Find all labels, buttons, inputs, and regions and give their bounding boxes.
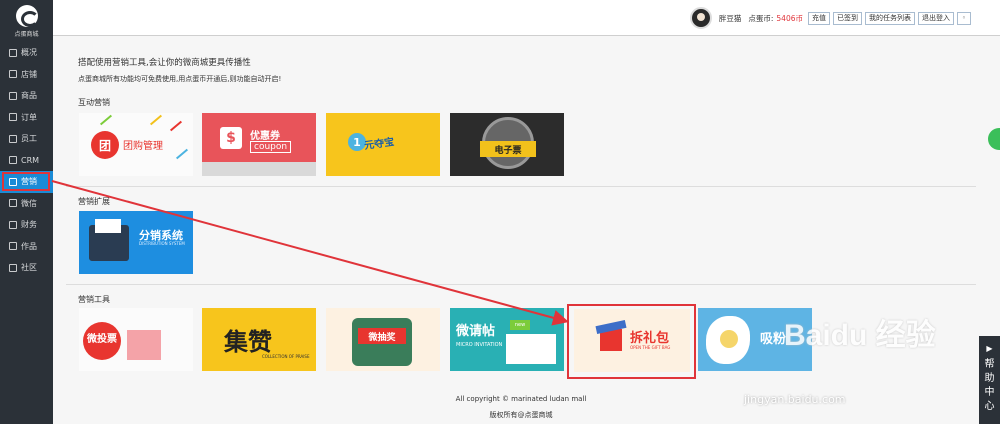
card-label: 吸粉: [760, 332, 787, 347]
sidebar-item-community[interactable]: 社区: [0, 257, 53, 279]
task-list-label: 我的任务列表: [869, 14, 911, 22]
sidebar-item-crm[interactable]: CRM: [0, 150, 53, 172]
crm-icon: [9, 156, 17, 165]
sidebar: 点蛋商城 概况 店铺 商品 订单 员工 CRM 营销 微信 财务 作品 社区: [0, 0, 53, 424]
recharge-button[interactable]: 充值: [808, 11, 830, 25]
intro-subtitle: 点蛋商城所有功能均可免费使用,用点蛋币开通后,则功能自动开启!: [78, 75, 282, 83]
sidebar-item-wechat[interactable]: 微信: [0, 193, 53, 215]
checkin-label: 已签到: [837, 14, 858, 22]
card-collect-likes[interactable]: 集赞 COLLECTION OF PRAISE: [202, 308, 316, 371]
coupon-icon: $: [220, 127, 242, 149]
sidebar-item-orders[interactable]: 订单: [0, 107, 53, 129]
more-icon[interactable]: ◦: [957, 11, 971, 25]
sidebar-item-store[interactable]: 店铺: [0, 64, 53, 86]
finance-icon: [9, 220, 17, 229]
card-eticket[interactable]: 电子票: [450, 113, 564, 176]
checkin-button[interactable]: 已签到: [833, 11, 862, 25]
section-title-extension: 营销扩展: [78, 197, 110, 206]
card-label: 微投票: [87, 334, 117, 345]
brand-logo[interactable]: 点蛋商城: [0, 0, 53, 42]
character-icon: [720, 330, 738, 348]
order-icon: [9, 113, 17, 122]
card-label: 集赞: [224, 328, 272, 356]
float-chat-icon[interactable]: [988, 128, 1000, 150]
sidebar-item-label: 店铺: [21, 69, 37, 79]
card-lottery[interactable]: 微抽奖: [326, 308, 440, 371]
section-divider: [66, 186, 976, 187]
avatar[interactable]: [689, 7, 712, 29]
logo-mark-icon: [15, 4, 39, 27]
card-sublabel: coupon: [250, 141, 292, 153]
card-one-yuan[interactable]: 1 元夺宝: [326, 113, 440, 176]
sidebar-item-label: 商品: [21, 91, 37, 101]
footer-rights: 版权所有@点蛋商城: [489, 411, 553, 419]
wechat-icon: [9, 199, 17, 208]
intro-title: 搭配使用营销工具,会让你的微商城更具传播性: [78, 58, 251, 68]
card-invitation[interactable]: 微请帖 MICRO INVITATION new: [450, 308, 564, 371]
main-content: 搭配使用营销工具,会让你的微商城更具传播性 点蛋商城所有功能均可免费使用,用点蛋…: [66, 56, 976, 84]
tuangou-icon: 团: [91, 131, 119, 159]
logo-text: 点蛋商城: [14, 30, 39, 38]
card-label: 微请帖: [456, 324, 496, 339]
card-label: 电子票: [480, 141, 536, 157]
help-char: 帮: [984, 359, 995, 370]
logout-button[interactable]: 退出登入: [918, 11, 954, 25]
card-label: 微抽奖: [358, 328, 406, 344]
goods-icon: [9, 91, 17, 100]
community-icon: [9, 263, 17, 272]
sidebar-item-label: 社区: [21, 263, 37, 273]
annotation-highlight-gift-bag: [567, 304, 696, 379]
sidebar-item-works[interactable]: 作品: [0, 236, 53, 258]
help-char: 中: [984, 387, 995, 398]
staff-icon: [9, 134, 17, 143]
card-label: 团购管理: [123, 141, 163, 152]
sidebar-item-label: 订单: [21, 112, 37, 122]
username[interactable]: 胖豆猫: [719, 13, 742, 24]
top-header: 胖豆猫 点蛋币: 5406币 充值 已签到 我的任务列表 退出登入 ◦: [53, 0, 1000, 36]
baidu-watermark: Baidu 经验: [784, 310, 936, 354]
sidebar-item-finance[interactable]: 财务: [0, 214, 53, 236]
card-tuangou[interactable]: 团 团购管理: [79, 113, 193, 176]
card-vote[interactable]: 微投票: [79, 308, 193, 371]
watermark-url: jingyan.baidu.com: [744, 393, 846, 406]
logout-label: 退出登入: [922, 14, 950, 22]
sidebar-item-label: 员工: [21, 134, 37, 144]
sidebar-item-label: 微信: [21, 198, 37, 208]
store-icon: [9, 70, 17, 79]
header-user-bar: 胖豆猫 点蛋币: 5406币 充值 已签到 我的任务列表 退出登入 ◦: [689, 7, 971, 29]
sidebar-item-label: 财务: [21, 220, 37, 230]
card-label: 优惠券: [250, 131, 280, 142]
sidebar-item-overview[interactable]: 概况: [0, 42, 53, 64]
card-sublabel: COLLECTION OF PRAISE: [262, 354, 310, 359]
help-char: 心: [984, 401, 995, 412]
section-title-tools: 营销工具: [78, 295, 110, 304]
chevron-right-icon: ▶: [986, 344, 993, 353]
sidebar-item-label: 作品: [21, 241, 37, 251]
card-distribution[interactable]: 分销系统 DISTRIBUTION SYSTEM: [79, 211, 193, 274]
sidebar-item-staff[interactable]: 员工: [0, 128, 53, 150]
card-sublabel: MICRO INVITATION: [456, 342, 503, 348]
card-label: 元夺宝: [363, 136, 395, 153]
new-badge: new: [510, 320, 530, 330]
help-char: 助: [984, 373, 995, 384]
sidebar-item-label: CRM: [21, 155, 40, 165]
recharge-label: 充值: [812, 14, 826, 22]
task-list-button[interactable]: 我的任务列表: [865, 11, 915, 25]
section-divider: [66, 284, 976, 285]
card-sublabel: DISTRIBUTION SYSTEM: [139, 241, 185, 246]
section-title-interactive: 互动营销: [78, 98, 110, 107]
annotation-highlight-marketing: [2, 172, 50, 191]
chart-icon: [9, 48, 17, 57]
coins-value: 5406币: [776, 13, 803, 23]
coins-label: 点蛋币:: [748, 13, 774, 23]
help-center-tab[interactable]: ▶ 帮 助 中 心: [979, 336, 1000, 424]
watermark-logo: Baidu 经验: [784, 319, 936, 352]
sidebar-item-goods[interactable]: 商品: [0, 85, 53, 107]
card-coupon[interactable]: $ 优惠券 coupon: [202, 113, 316, 176]
sidebar-item-label: 概况: [21, 48, 37, 58]
works-icon: [9, 242, 17, 251]
invitation-card-icon: [506, 334, 556, 364]
